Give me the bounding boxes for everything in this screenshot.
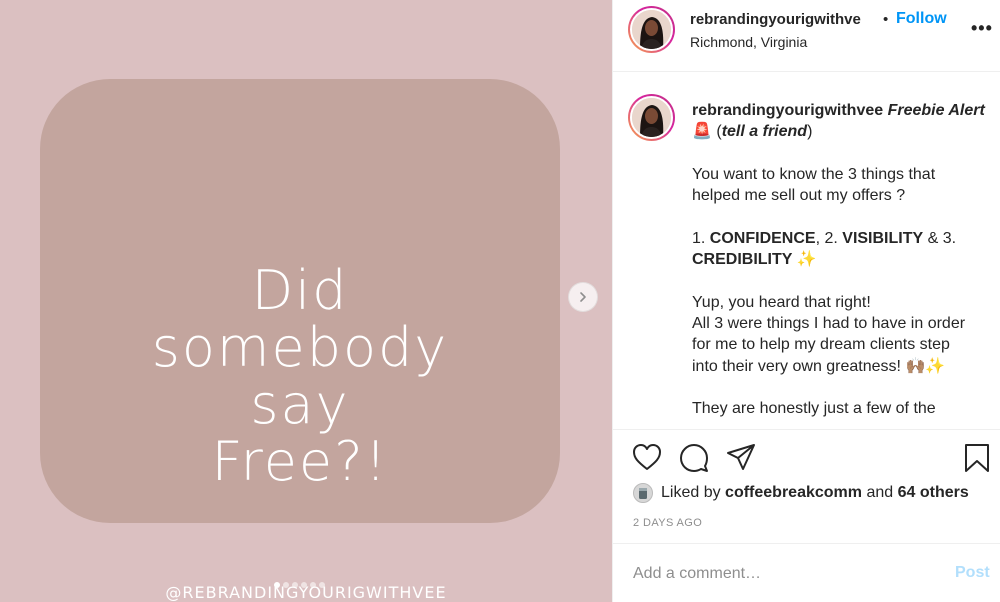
media-card-line: say bbox=[250, 373, 350, 436]
post-comment-button[interactable]: Post bbox=[955, 564, 990, 582]
caption-line: helped me sell out my offers ? bbox=[692, 187, 906, 205]
caption-text: & 3. bbox=[923, 229, 957, 247]
more-options-button[interactable]: ••• bbox=[971, 18, 993, 39]
caption-avatar[interactable] bbox=[628, 94, 675, 141]
avatar-photo bbox=[630, 8, 673, 51]
caption-text: 1. bbox=[692, 229, 710, 247]
comment-bar: Post bbox=[613, 543, 1000, 602]
carousel-dot bbox=[292, 582, 298, 588]
media-card-line: Free?! bbox=[211, 430, 389, 493]
siren-icon: 🚨 bbox=[692, 123, 712, 141]
author-username[interactable]: rebrandingyourigwithve bbox=[690, 11, 861, 28]
likes-middle: and bbox=[866, 484, 894, 501]
caption-line: into their very own greatness! 🙌🏽✨ bbox=[692, 357, 946, 375]
heart-icon[interactable] bbox=[632, 443, 662, 471]
carousel-dot bbox=[310, 582, 316, 588]
carousel-dot bbox=[283, 582, 289, 588]
carousel-dots bbox=[274, 582, 325, 588]
caption-bold: CONFIDENCE bbox=[709, 229, 816, 247]
carousel-next-button[interactable] bbox=[568, 282, 598, 312]
avatar-photo bbox=[630, 96, 673, 139]
media-card-text: Did somebody say Free?! bbox=[40, 262, 560, 490]
likes-summary: Liked by coffeebreakcomm and 64 others bbox=[633, 483, 969, 503]
caption-text: , 2. bbox=[815, 229, 843, 247]
media-card: Did somebody say Free?! bbox=[40, 79, 560, 523]
chevron-right-icon bbox=[580, 292, 586, 302]
post-sidebar: rebrandingyourigwithve • Follow Richmond… bbox=[612, 0, 1000, 602]
media-card-line: somebody bbox=[151, 316, 449, 379]
caption-username[interactable]: rebrandingyourigwithvee bbox=[692, 102, 883, 119]
caption-tell: tell a friend bbox=[721, 123, 808, 141]
avatar-image bbox=[632, 10, 671, 49]
liker-username[interactable]: coffeebreakcomm bbox=[725, 484, 862, 502]
author-avatar[interactable] bbox=[628, 6, 675, 53]
caption-bold: VISIBILITY bbox=[842, 229, 924, 247]
liker-avatar[interactable] bbox=[633, 483, 653, 503]
post-timestamp[interactable]: 2 DAYS AGO bbox=[633, 517, 702, 529]
post-caption: rebrandingyourigwithvee Freebie Alert 🚨 … bbox=[692, 100, 994, 419]
carousel-dot bbox=[274, 582, 280, 588]
follow-button[interactable]: Follow bbox=[896, 10, 947, 28]
caption-title: Freebie Alert bbox=[887, 102, 985, 119]
caption-line: You want to know the 3 things that bbox=[692, 165, 936, 183]
caption-line: Yup, you heard that right! bbox=[692, 293, 871, 311]
post-location[interactable]: Richmond, Virginia bbox=[690, 34, 807, 50]
coffee-cup-icon bbox=[639, 488, 647, 499]
post-media: Did somebody say Free?! @REBRANDINGYOURI… bbox=[0, 0, 612, 602]
carousel-dot bbox=[319, 582, 325, 588]
likes-others-link[interactable]: 64 others bbox=[898, 484, 969, 502]
bookmark-icon[interactable] bbox=[964, 443, 990, 473]
carousel-dot bbox=[301, 582, 307, 588]
caption-line: for me to help my dream clients step bbox=[692, 336, 950, 354]
avatar-image bbox=[632, 98, 671, 137]
share-icon[interactable] bbox=[726, 443, 756, 471]
header-separator: • bbox=[883, 11, 889, 28]
comment-input[interactable] bbox=[633, 562, 933, 586]
comment-icon[interactable] bbox=[679, 443, 709, 473]
caption-area: rebrandingyourigwithvee Freebie Alert 🚨 … bbox=[613, 73, 1000, 429]
post-actions: Liked by coffeebreakcomm and 64 others 2… bbox=[613, 429, 1000, 543]
likes-prefix: Liked by bbox=[661, 484, 721, 501]
sparkles-icon: ✨ bbox=[792, 251, 817, 269]
caption-bold: CREDIBILITY bbox=[692, 251, 793, 269]
media-card-line: Did bbox=[251, 259, 349, 322]
caption-line: They are honestly just a few of the bbox=[692, 400, 936, 418]
post-header: rebrandingyourigwithve • Follow Richmond… bbox=[613, 0, 1000, 72]
caption-line: All 3 were things I had to have in order bbox=[692, 314, 966, 332]
